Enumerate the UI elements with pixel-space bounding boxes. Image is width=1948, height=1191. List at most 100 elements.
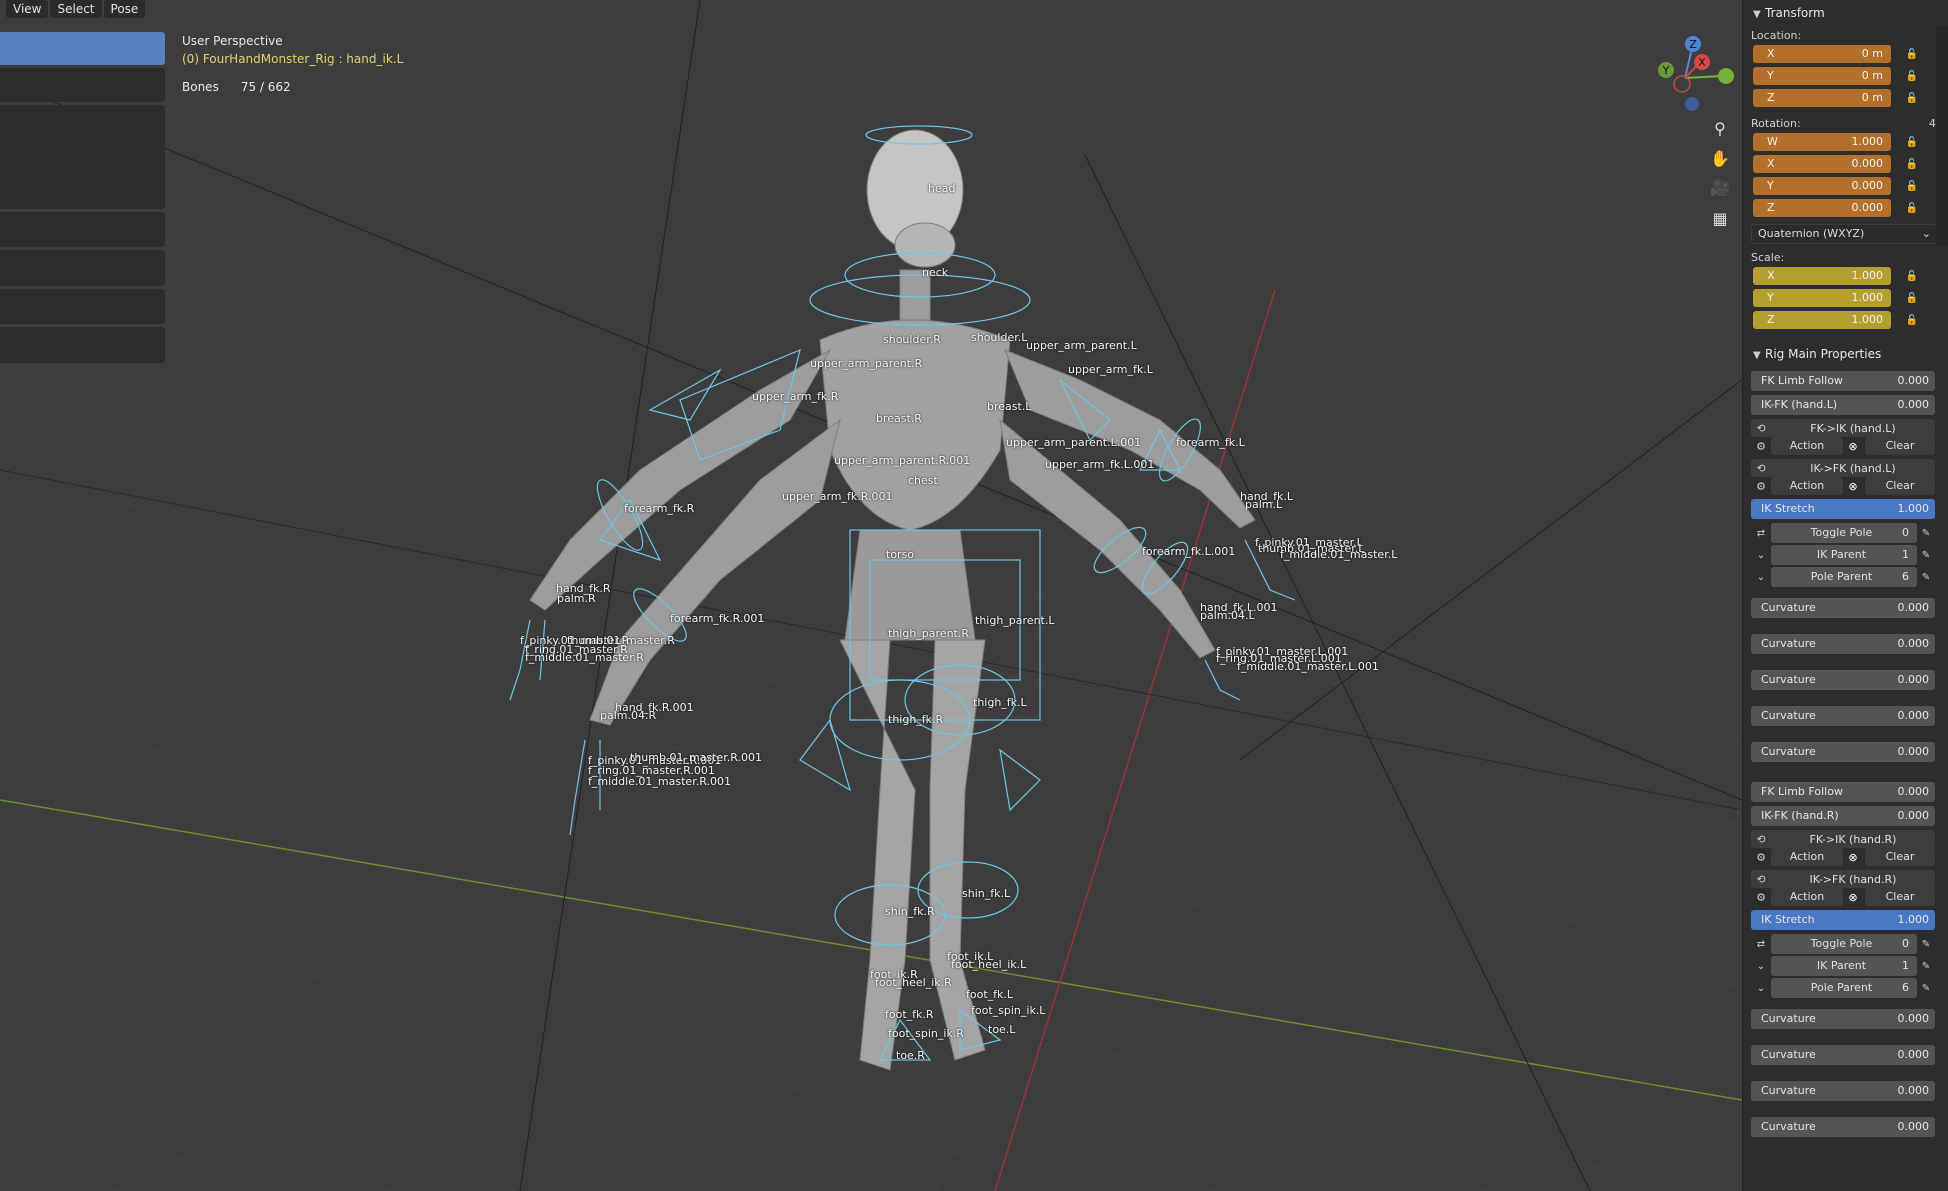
right-curvature-slider[interactable]: Curvature 0.000 <box>1751 1045 1935 1065</box>
lock-icon[interactable]: 🔓 <box>1903 271 1921 282</box>
lock-icon[interactable]: 🔓 <box>1903 293 1921 304</box>
lock-icon[interactable]: 🔓 <box>1903 181 1921 192</box>
right-ik-fk-slider[interactable]: IK-FK (hand.R) 0.000 <box>1751 806 1935 826</box>
bone-label[interactable]: torso <box>886 548 914 561</box>
right-toggle-pole-field[interactable]: Toggle Pole 0 <box>1771 934 1917 954</box>
bone-label[interactable]: upper_arm_parent.R <box>810 357 922 370</box>
bone-label[interactable]: foot_spin_ik.L <box>971 1004 1045 1017</box>
bone-label[interactable]: foot_spin_ik.R <box>888 1027 964 1040</box>
menu-view[interactable]: View <box>6 0 49 18</box>
lock-icon[interactable]: 🔓 <box>1903 315 1921 326</box>
bone-label[interactable]: chest <box>908 474 938 487</box>
tool-slot[interactable] <box>0 212 165 247</box>
bone-label[interactable]: f_middle.01_master.L <box>1280 548 1397 561</box>
eyedropper-icon[interactable]: ✎ <box>1917 528 1935 539</box>
right-pole-parent-field[interactable]: Pole Parent 6 <box>1771 978 1917 998</box>
transform-panel-header[interactable]: ▼ Transform <box>1743 0 1948 26</box>
chevron-down-icon[interactable]: ⌄ <box>1751 983 1771 994</box>
lock-icon[interactable]: 🔓 <box>1903 49 1921 60</box>
left-ik-to-fk-button[interactable]: ⟲ IK->FK (hand.L) <box>1751 459 1935 477</box>
bone-label[interactable]: forearm_fk.R <box>624 502 694 515</box>
rotation-x-field[interactable]: X 0.000 <box>1753 155 1891 173</box>
gizmo-neg-z-handle[interactable] <box>1685 97 1699 111</box>
viewport-canvas[interactable] <box>0 0 1742 1191</box>
bone-label[interactable]: shin_fk.R <box>885 905 935 918</box>
gizmo-y-handle[interactable] <box>1718 68 1734 84</box>
bone-label[interactable]: upper_arm_fk.R <box>752 390 838 403</box>
active-tool-slot[interactable] <box>0 32 165 65</box>
clear-x-icon[interactable]: ⊗ <box>1843 440 1863 453</box>
chevron-down-icon[interactable]: ⌄ <box>1751 572 1771 583</box>
lock-icon[interactable]: 🔓 <box>1903 71 1921 82</box>
rotation-w-field[interactable]: W 1.000 <box>1753 133 1891 151</box>
bone-label[interactable]: forearm_fk.L.001 <box>1142 545 1235 558</box>
clear-button[interactable]: Clear <box>1865 437 1935 455</box>
bone-label[interactable]: upper_arm_parent.R.001 <box>834 454 970 467</box>
bone-label[interactable]: foot_heel_ik.R <box>875 976 952 989</box>
clear-x-icon[interactable]: ⊗ <box>1843 480 1863 493</box>
bone-label[interactable]: thigh_parent.R <box>888 627 969 640</box>
bone-label[interactable]: forearm_fk.R.001 <box>670 612 764 625</box>
tool-slot[interactable] <box>0 68 165 102</box>
bone-label[interactable]: toe.L <box>988 1023 1015 1036</box>
location-x-field[interactable]: X 0 m <box>1753 45 1891 63</box>
bone-label[interactable]: breast.L <box>987 400 1031 413</box>
action-field[interactable]: Action <box>1771 848 1843 866</box>
chevron-down-icon[interactable]: ⌄ <box>1751 550 1771 561</box>
scale-x-field[interactable]: X 1.000 <box>1753 267 1891 285</box>
action-field[interactable]: Action <box>1771 477 1843 495</box>
bone-label[interactable]: shoulder.R <box>883 333 941 346</box>
menu-select[interactable]: Select <box>50 0 102 18</box>
clear-x-icon[interactable]: ⊗ <box>1843 851 1863 864</box>
bone-label[interactable]: shoulder.L <box>971 331 1027 344</box>
eyedropper-icon[interactable]: ✎ <box>1917 572 1935 583</box>
lock-icon[interactable]: 🔓 <box>1903 137 1921 148</box>
location-y-field[interactable]: Y 0 m <box>1753 67 1891 85</box>
left-curvature-slider[interactable]: Curvature 0.000 <box>1751 598 1935 618</box>
pan-hand-icon[interactable]: ✋ <box>1707 145 1733 171</box>
bone-label[interactable]: palm.04.R <box>600 709 656 722</box>
left-curvature-slider[interactable]: Curvature 0.000 <box>1751 706 1935 726</box>
right-curvature-slider[interactable]: Curvature 0.000 <box>1751 1009 1935 1029</box>
left-ik-parent-field[interactable]: IK Parent 1 <box>1771 545 1917 565</box>
bone-label[interactable]: palm.L <box>1245 498 1282 511</box>
bone-label[interactable]: f_middle.01_master.R <box>525 651 644 664</box>
bone-label[interactable]: foot_heel_ik.L <box>951 958 1026 971</box>
menu-pose[interactable]: Pose <box>103 0 146 18</box>
right-ik-stretch-slider[interactable]: IK Stretch 1.000 <box>1751 910 1935 930</box>
bone-label[interactable]: toe.R <box>896 1049 925 1062</box>
left-ik-fk-slider[interactable]: IK-FK (hand.L) 0.000 <box>1751 395 1935 415</box>
toggle-pole-icon[interactable]: ⇄ <box>1751 939 1771 950</box>
bone-label[interactable]: neck <box>922 266 948 279</box>
right-curvature-slider[interactable]: Curvature 0.000 <box>1751 1117 1935 1137</box>
right-fk-limb-follow-slider[interactable]: FK Limb Follow 0.000 <box>1751 782 1935 802</box>
rotation-mode-dropdown[interactable]: Quaternion (WXYZ) ⌄ <box>1751 224 1938 244</box>
bone-label[interactable]: upper_arm_fk.L <box>1068 363 1153 376</box>
tool-slot[interactable] <box>0 289 165 324</box>
bone-label[interactable]: forearm_fk.L <box>1176 436 1245 449</box>
eyedropper-icon[interactable]: ✎ <box>1917 550 1935 561</box>
lock-icon[interactable]: 🔓 <box>1903 93 1921 104</box>
action-field[interactable]: Action <box>1771 437 1843 455</box>
clear-button[interactable]: Clear <box>1865 888 1935 906</box>
bone-label[interactable]: upper_arm_parent.L.001 <box>1006 436 1141 449</box>
eyedropper-icon[interactable]: ✎ <box>1917 961 1935 972</box>
bone-label[interactable]: f_middle.01_master.L.001 <box>1237 660 1379 673</box>
right-fk-to-ik-button[interactable]: ⟲ FK->IK (hand.R) <box>1751 830 1935 848</box>
bone-label[interactable]: foot_fk.L <box>966 988 1013 1001</box>
camera-icon[interactable]: 🎥 <box>1707 174 1733 200</box>
lock-icon[interactable]: 🔓 <box>1903 159 1921 170</box>
rig-properties-header[interactable]: ▼ Rig Main Properties <box>1743 341 1948 367</box>
navigation-gizmo[interactable]: Z Y X <box>1640 28 1740 118</box>
tool-slot[interactable] <box>0 105 165 209</box>
right-ik-to-fk-button[interactable]: ⟲ IK->FK (hand.R) <box>1751 870 1935 888</box>
chevron-down-icon[interactable]: ⌄ <box>1751 961 1771 972</box>
clear-button[interactable]: Clear <box>1865 848 1935 866</box>
bone-label[interactable]: palm.R <box>557 592 596 605</box>
left-curvature-slider[interactable]: Curvature 0.000 <box>1751 634 1935 654</box>
left-curvature-slider[interactable]: Curvature 0.000 <box>1751 742 1935 762</box>
left-fk-to-ik-button[interactable]: ⟲ FK->IK (hand.L) <box>1751 419 1935 437</box>
bone-label[interactable]: foot_fk.R <box>885 1008 934 1021</box>
left-toggle-pole-field[interactable]: Toggle Pole 0 <box>1771 523 1917 543</box>
rotation-y-field[interactable]: Y 0.000 <box>1753 177 1891 195</box>
